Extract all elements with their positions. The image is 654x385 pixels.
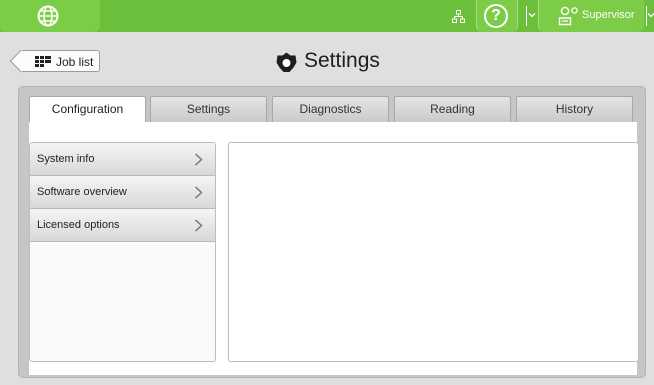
help-button[interactable]: ? bbox=[476, 0, 518, 32]
detail-pane bbox=[228, 142, 639, 362]
menu-item-system-info[interactable]: System info bbox=[30, 143, 215, 176]
chevron-down-icon[interactable] bbox=[647, 11, 654, 19]
menu-item-label: System info bbox=[37, 153, 95, 165]
menu-item-label: Licensed options bbox=[37, 219, 120, 231]
chevron-right-icon bbox=[194, 153, 203, 166]
network-icon[interactable] bbox=[452, 10, 465, 23]
chevron-right-icon bbox=[194, 186, 203, 199]
job-list-icon bbox=[35, 56, 51, 67]
tab-history[interactable]: History bbox=[516, 96, 633, 123]
help-icon: ? bbox=[484, 4, 508, 28]
divider bbox=[526, 6, 527, 26]
tab-reading[interactable]: Reading bbox=[394, 96, 511, 123]
user-icon bbox=[558, 6, 578, 26]
menu-item-label: Software overview bbox=[37, 186, 127, 198]
chevron-right-icon bbox=[194, 219, 203, 232]
tab-diagnostics[interactable]: Diagnostics bbox=[272, 96, 389, 123]
tab-content: System info Software overview Licensed o… bbox=[29, 122, 639, 375]
configuration-menu: System info Software overview Licensed o… bbox=[29, 142, 216, 362]
user-role-label: Supervisor bbox=[582, 9, 635, 21]
job-list-label: Job list bbox=[56, 55, 94, 69]
menu-item-licensed-options[interactable]: Licensed options bbox=[30, 209, 215, 242]
language-button[interactable] bbox=[0, 0, 100, 32]
menu-item-software-overview[interactable]: Software overview bbox=[30, 176, 215, 209]
page-title: Settings bbox=[304, 49, 380, 72]
tab-settings[interactable]: Settings bbox=[150, 96, 267, 123]
tab-configuration[interactable]: Configuration bbox=[29, 96, 146, 125]
chevron-down-icon[interactable] bbox=[528, 11, 536, 19]
job-list-button[interactable]: Job list bbox=[20, 50, 100, 72]
gear-icon bbox=[276, 52, 297, 72]
top-bar: ? Supervisor bbox=[0, 0, 654, 32]
globe-icon bbox=[37, 5, 59, 27]
settings-panel: Configuration Settings Diagnostics Readi… bbox=[18, 86, 646, 378]
